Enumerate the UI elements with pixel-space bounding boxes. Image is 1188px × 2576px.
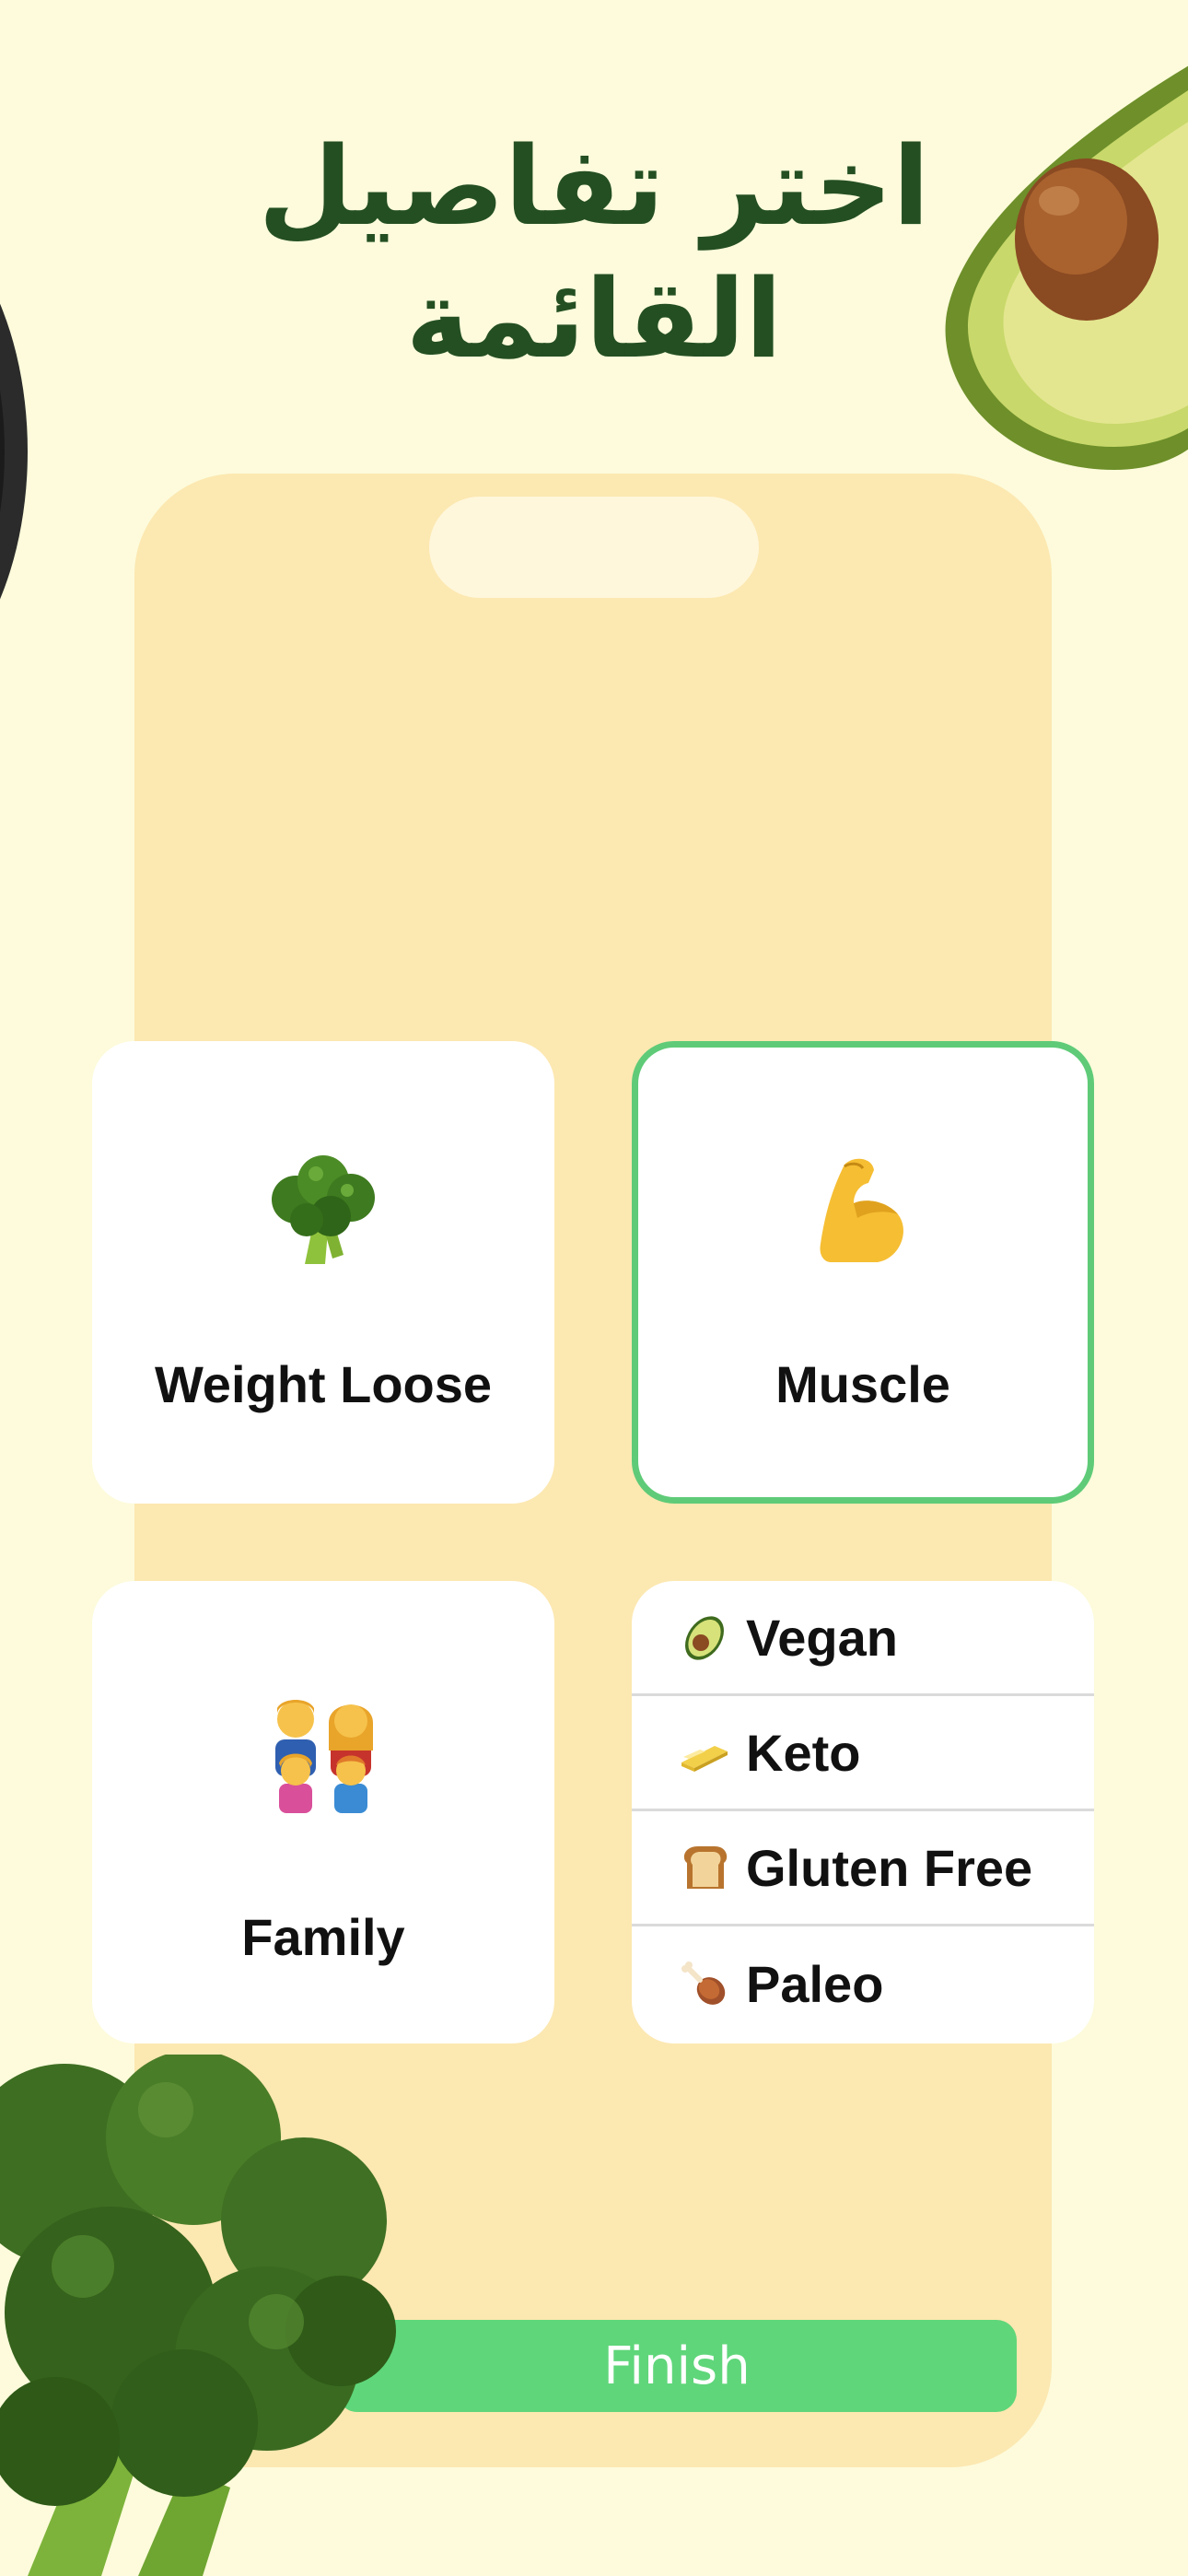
- goal-label: Family: [241, 1908, 405, 1966]
- page-title: اختر تفاصيل القائمة: [184, 120, 1004, 385]
- diet-options-list: Vegan Keto Gluten Free Paleo: [632, 1581, 1094, 2043]
- goal-label: Muscle: [775, 1355, 950, 1413]
- family-icon: [275, 1700, 373, 1813]
- goal-card-muscle[interactable]: Muscle: [632, 1041, 1094, 1504]
- salad-bowl-image: [0, 303, 28, 600]
- goal-label: Weight Loose: [154, 1355, 493, 1413]
- avocado-icon: [685, 1616, 724, 1660]
- avocado-image: [945, 65, 1188, 470]
- diet-option-vegan[interactable]: Vegan: [632, 1581, 1094, 1696]
- diet-label: Vegan: [746, 1608, 898, 1667]
- bread-icon: [683, 1846, 728, 1889]
- page-title-line-2: القائمة: [405, 255, 783, 382]
- goal-card-family[interactable]: Family: [92, 1581, 554, 2043]
- butter-icon: [681, 1746, 728, 1772]
- finish-button[interactable]: Finish: [337, 2320, 1017, 2412]
- broccoli-image: [0, 2055, 396, 2576]
- page-title-line-1: اختر تفاصيل: [258, 123, 930, 250]
- diet-option-keto[interactable]: Keto: [632, 1696, 1094, 1811]
- diet-label: Paleo: [746, 1955, 884, 2013]
- diet-option-paleo[interactable]: Paleo: [632, 1926, 1094, 2042]
- diet-option-gluten-free[interactable]: Gluten Free: [632, 1811, 1094, 1926]
- broccoli-icon: [272, 1155, 375, 1264]
- phone-notch: [429, 497, 759, 598]
- flexed-biceps-icon: [820, 1158, 903, 1262]
- diet-label: Gluten Free: [746, 1838, 1033, 1897]
- diet-label: Keto: [746, 1723, 861, 1782]
- poultry-leg-icon: [681, 1961, 726, 2005]
- goal-card-weight-loss[interactable]: Weight Loose: [92, 1041, 554, 1504]
